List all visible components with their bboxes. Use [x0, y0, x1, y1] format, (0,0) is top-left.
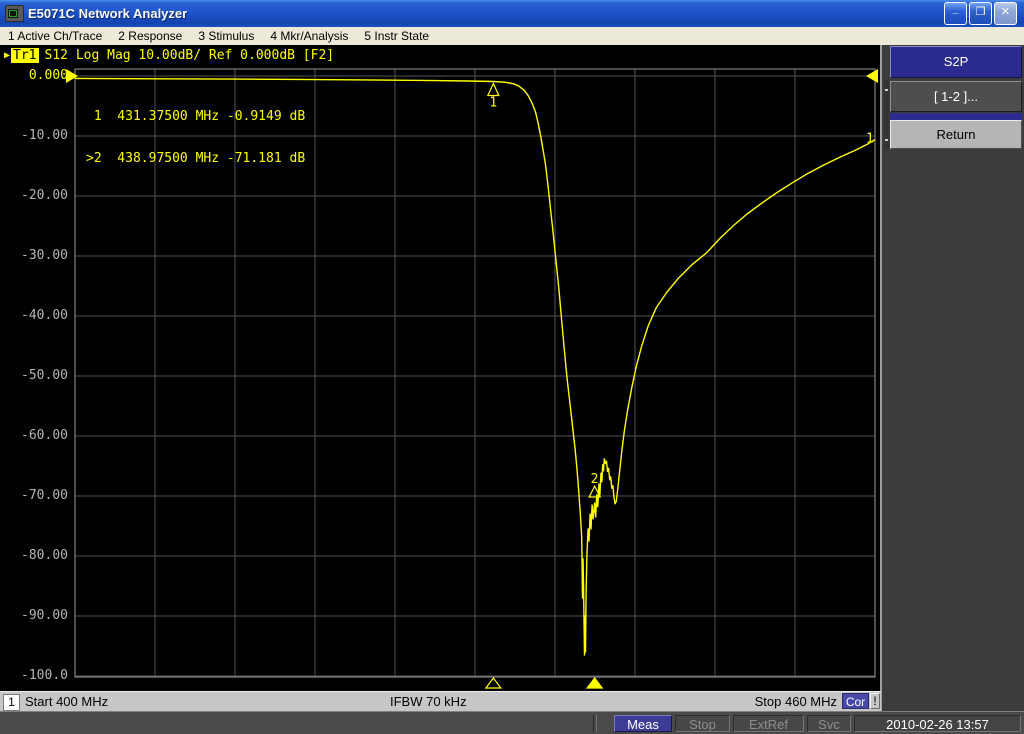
extref-status-badge: ExtRef: [733, 714, 804, 732]
ifbw-label: IFBW 70 kHz: [390, 694, 467, 709]
marker2-stimulus-triangle-icon[interactable]: [585, 677, 604, 689]
close-button[interactable]: ✕: [994, 2, 1017, 25]
app-icon: [5, 5, 24, 22]
y-axis-label: -20.00: [21, 188, 68, 203]
stop-frequency-label: Stop 460 MHz: [754, 694, 837, 709]
marker-readout: 1 431.37500 MHz -0.9149 dB >2 438.97500 …: [86, 82, 305, 194]
menu-active-ch-trace[interactable]: 1 Active Ch/Trace: [0, 29, 110, 43]
marker1-triangle-icon[interactable]: [486, 82, 500, 97]
marker1-stimulus-triangle-icon[interactable]: [484, 677, 503, 689]
softkey-separator: [890, 113, 1022, 120]
window-title: E5071C Network Analyzer: [28, 6, 188, 21]
marker1-number: 1: [489, 95, 497, 110]
softkey-scroll-strip: [884, 81, 889, 149]
y-axis-label: -40.00: [21, 308, 68, 323]
y-axis-label: -80.00: [21, 548, 68, 563]
channel-number-box: 1: [3, 694, 20, 711]
trace1-chip[interactable]: Tr1: [11, 48, 39, 63]
correction-badge: Cor: [842, 693, 869, 709]
start-frequency-label: Start 400 MHz: [25, 694, 109, 709]
svc-status-badge: Svc: [807, 714, 851, 732]
y-axis-label: 0.000: [28, 68, 68, 83]
minimize-button[interactable]: _: [944, 2, 967, 25]
stimulus-status-bar: 1 Start 400 MHz IFBW 70 kHz Stop 460 MHz…: [0, 691, 881, 711]
menu-response[interactable]: 2 Response: [110, 29, 190, 43]
ref-level-pointer-right-icon[interactable]: [866, 69, 878, 83]
active-trace-pointer-icon: ▶: [4, 50, 11, 61]
stop-status-badge: Stop: [675, 714, 730, 732]
menu-mkr-analysis[interactable]: 4 Mkr/Analysis: [262, 29, 356, 43]
menu-instr-state[interactable]: 5 Instr State: [356, 29, 437, 43]
marker2-number: 2: [591, 472, 599, 487]
softkey-sidebar: S2P [ 1-2 ]... Return: [880, 45, 1024, 711]
marker1-readout: 1 431.37500 MHz -0.9149 dB: [86, 109, 306, 124]
state-bar-separator: [593, 714, 597, 732]
menu-bar: 1 Active Ch/Trace 2 Response 3 Stimulus …: [0, 27, 1024, 46]
y-axis-label: -90.00: [21, 608, 68, 623]
title-bar[interactable]: E5071C Network Analyzer _ ❐ ✕: [0, 0, 1024, 27]
trace-format-text: S12 Log Mag 10.00dB/ Ref 0.000dB [F2]: [44, 48, 335, 63]
meas-status-badge: Meas: [614, 714, 672, 732]
y-axis-label: -70.00: [21, 488, 68, 503]
softkey-return[interactable]: Return: [890, 120, 1022, 149]
marker2-readout: >2 438.97500 MHz -71.181 dB: [86, 151, 306, 166]
error-indicator[interactable]: !: [870, 693, 880, 709]
trace-end-number: 1: [866, 132, 874, 147]
y-axis-label: -50.00: [21, 368, 68, 383]
restore-button[interactable]: ❐: [969, 2, 992, 25]
y-axis-label: -10.00: [21, 128, 68, 143]
y-axis-label: -60.00: [21, 428, 68, 443]
softkey-1-2-ports[interactable]: [ 1-2 ]...: [890, 81, 1022, 112]
menu-stimulus[interactable]: 3 Stimulus: [190, 29, 262, 43]
softkey-menu-title: S2P: [890, 46, 1022, 78]
y-axis-label: -100.0: [21, 668, 68, 683]
trace-status-line: ▶ Tr1 S12 Log Mag 10.00dB/ Ref 0.000dB […: [4, 48, 334, 63]
instrument-state-bar: Meas Stop ExtRef Svc 2010-02-26 13:57: [0, 711, 1024, 734]
measurement-screen: 1 1 2 ▶ Tr1 S12 Log Mag 10.00dB/ Ref 0.000…: [0, 45, 880, 691]
datetime-display: 2010-02-26 13:57: [854, 714, 1021, 732]
y-axis-label: -30.00: [21, 248, 68, 263]
